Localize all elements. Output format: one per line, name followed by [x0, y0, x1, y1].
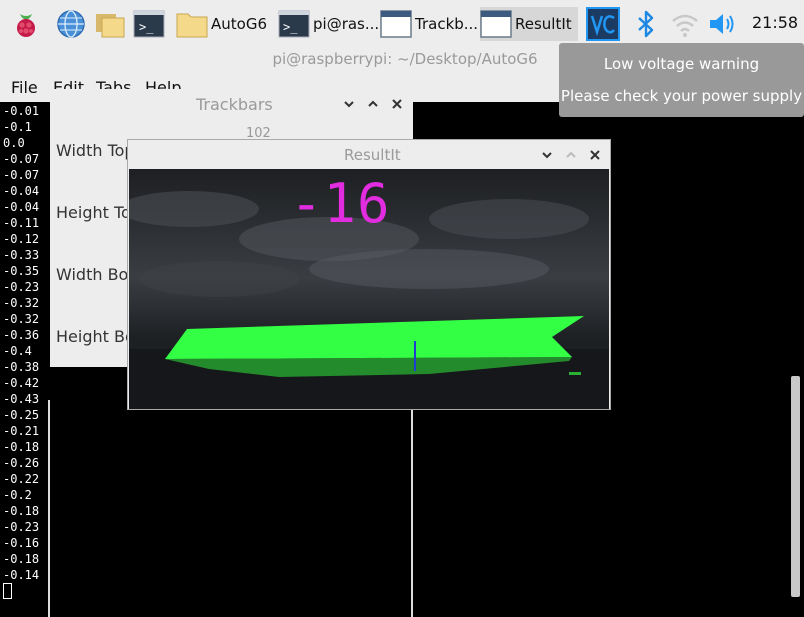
terminal-scrollbar[interactable] [791, 376, 800, 597]
task-label: ResultIt [515, 15, 572, 33]
task-terminal[interactable]: >_ pi@ras... [278, 7, 380, 41]
trackbars-titlebar[interactable]: Trackbars [50, 89, 413, 120]
folder-icon [176, 13, 208, 38]
web-browser-icon[interactable] [55, 8, 87, 40]
resultit-window: ResultIt -16 [127, 139, 611, 410]
task-trackbars[interactable]: Trackb... [380, 7, 479, 41]
terminal-title[interactable]: pi@raspberrypi: ~/Desktop/AutoG6 [0, 46, 560, 72]
svg-text:>_: >_ [283, 20, 298, 34]
maximize-icon[interactable] [564, 148, 578, 162]
maximize-icon[interactable] [366, 97, 380, 111]
terminal-cursor [3, 583, 12, 599]
terminal-icon[interactable]: >_ [133, 8, 165, 40]
minimize-icon[interactable] [540, 148, 554, 162]
clock[interactable]: 21:58 [752, 13, 798, 32]
steering-value-overlay: -16 [290, 172, 391, 235]
task-resultit[interactable]: ResultIt [480, 7, 578, 41]
taskbar: >_ AutoG6 >_ pi@ras... Trackb... ResultI… [0, 0, 804, 46]
trackbars-title: Trackbars [196, 95, 273, 114]
close-icon[interactable] [390, 97, 404, 111]
bluetooth-icon[interactable] [634, 10, 658, 38]
terminal-output: -0.01 -0.1 0.0 -0.07 -0.07 -0.04 -0.04 -… [3, 104, 40, 582]
notification-body: Please check your power supply [560, 87, 803, 105]
terminal-icon: >_ [278, 10, 310, 38]
low-voltage-notification[interactable]: Low voltage warning Please check your po… [559, 43, 804, 117]
task-label: pi@ras... [313, 15, 380, 33]
window-icon [480, 10, 512, 38]
resultit-title: ResultIt [344, 146, 401, 164]
task-label: Trackb... [415, 15, 479, 33]
svg-text:>_: >_ [139, 20, 154, 34]
trackbar-label-width-bot: Width Bot [56, 265, 135, 284]
notification-title: Low voltage warning [603, 55, 760, 73]
window-icon [380, 10, 412, 38]
volume-icon[interactable] [708, 11, 738, 37]
raspberry-menu-icon[interactable] [10, 8, 42, 40]
close-icon[interactable] [588, 148, 602, 162]
task-label: AutoG6 [211, 15, 267, 33]
task-autog6[interactable]: AutoG6 [176, 7, 272, 41]
vnc-icon[interactable] [586, 7, 620, 41]
menu-file[interactable]: File [11, 78, 38, 97]
wifi-icon[interactable] [670, 11, 700, 39]
minimize-icon[interactable] [342, 97, 356, 111]
file-manager-icon[interactable] [94, 8, 126, 40]
resultit-titlebar[interactable]: ResultIt [128, 140, 610, 169]
trackbar-label-width-top: Width Top [56, 141, 135, 160]
